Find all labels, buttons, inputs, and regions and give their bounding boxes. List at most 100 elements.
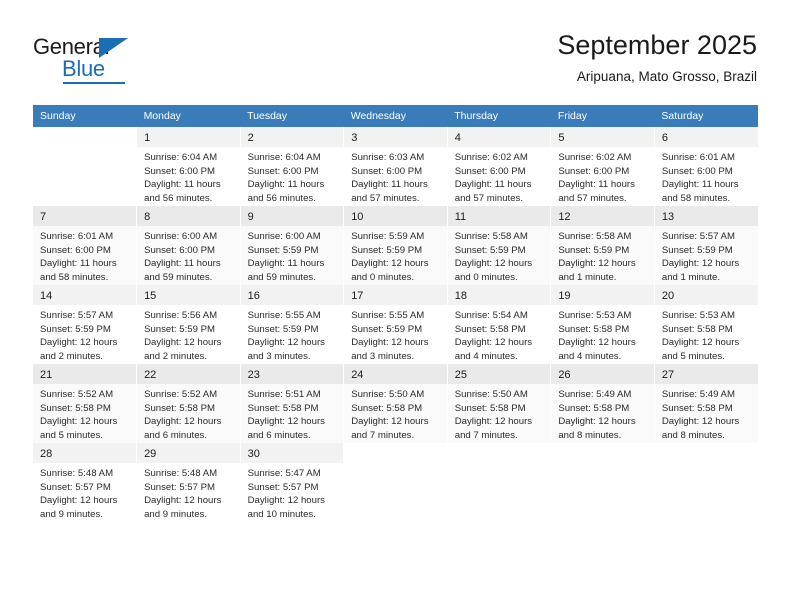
calendar-day-cell[interactable]: 3 Sunrise: 6:03 AM Sunset: 6:00 PM Daylight… [343, 127, 448, 206]
day-detail-line: Daylight: 12 hours [247, 495, 325, 507]
calendar-day-cell[interactable]: 27 Sunrise: 5:49 AM Sunset: 5:58 PM Dayligh… [654, 364, 758, 443]
day-detail-line: Daylight: 12 hours [558, 258, 636, 270]
calendar-day-cell[interactable]: 14 Sunrise: 5:57 AM Sunset: 5:59 PM Dayligh… [33, 285, 138, 364]
calendar-day-cell[interactable]: 2 Sunrise: 6:04 AM Sunset: 6:00 PM Daylight… [240, 127, 345, 206]
day-details: Sunrise: 6:01 AM Sunset: 6:00 PM Daylight:… [33, 226, 136, 284]
calendar-day-cell[interactable]: 6 Sunrise: 6:01 AM Sunset: 6:00 PM Daylight… [654, 127, 758, 206]
day-number: 2 [240, 127, 343, 147]
day-detail-line: Daylight: 12 hours [558, 416, 636, 428]
day-detail-line: Sunset: 5:59 PM [247, 323, 319, 335]
day-detail-line: Sunset: 5:59 PM [558, 244, 630, 256]
day-details: Sunrise: 6:01 AM Sunset: 6:00 PM Daylight:… [655, 147, 758, 205]
calendar-day-cell[interactable]: 18 Sunrise: 5:54 AM Sunset: 5:58 PM Dayligh… [447, 285, 552, 364]
calendar-day-cell[interactable]: 15 Sunrise: 5:56 AM Sunset: 5:59 PM Dayligh… [136, 285, 241, 364]
day-detail-line: and 56 minutes. [247, 192, 316, 204]
day-detail-line: Sunrise: 5:51 AM [247, 389, 321, 400]
day-detail-line: Sunset: 6:00 PM [247, 165, 319, 177]
day-detail-line: Daylight: 12 hours [454, 337, 533, 349]
day-detail-line: Daylight: 12 hours [661, 258, 740, 270]
calendar-day-cell[interactable]: 26 Sunrise: 5:49 AM Sunset: 5:58 PM Dayligh… [550, 364, 655, 443]
day-detail-line: Sunset: 5:59 PM [144, 323, 215, 335]
day-detail-line: Daylight: 11 hours [40, 258, 117, 270]
day-detail-line: Sunset: 6:00 PM [558, 165, 630, 177]
calendar-day-cell[interactable]: 4 Sunrise: 6:02 AM Sunset: 6:00 PM Daylight… [447, 127, 552, 206]
day-detail-line: Sunset: 5:58 PM [558, 323, 630, 335]
day-detail-line: Sunset: 5:57 PM [40, 481, 111, 493]
calendar-day-cell[interactable]: 13 Sunrise: 5:57 AM Sunset: 5:59 PM Dayligh… [654, 206, 758, 285]
day-detail-line: Daylight: 12 hours [454, 258, 533, 270]
day-details: Sunrise: 6:04 AM Sunset: 6:00 PM Daylight:… [241, 147, 343, 205]
day-detail-line: and 57 minutes. [558, 192, 627, 204]
day-detail-line: Sunset: 5:58 PM [661, 402, 733, 414]
day-detail-line: Daylight: 12 hours [247, 337, 325, 349]
day-detail-line: Sunrise: 5:52 AM [40, 389, 114, 400]
day-detail-line: Sunrise: 5:55 AM [247, 310, 321, 321]
day-detail-line: Sunrise: 5:59 AM [351, 231, 425, 242]
day-detail-line: Sunset: 6:00 PM [40, 244, 111, 256]
day-number: 5 [551, 127, 654, 147]
weekday-header-wednesday: Wednesday [343, 105, 448, 127]
day-details: Sunrise: 6:00 AM Sunset: 6:00 PM Daylight:… [137, 226, 239, 284]
day-number: 26 [551, 364, 654, 384]
day-detail-line: Daylight: 12 hours [40, 416, 118, 428]
weekday-header-sunday: Sunday [33, 105, 137, 127]
day-detail-line: and 5 minutes. [40, 429, 103, 441]
calendar-day-cell[interactable]: 11 Sunrise: 5:58 AM Sunset: 5:59 PM Dayligh… [447, 206, 552, 285]
logo-underline [63, 82, 125, 84]
calendar-day-cell[interactable]: 16 Sunrise: 5:55 AM Sunset: 5:59 PM Dayligh… [240, 285, 345, 364]
day-detail-line: Sunrise: 5:54 AM [454, 310, 528, 321]
day-number: 11 [447, 206, 550, 226]
calendar-day-cell[interactable]: 25 Sunrise: 5:50 AM Sunset: 5:58 PM Dayligh… [447, 364, 552, 443]
day-number: 14 [33, 285, 136, 305]
calendar-body: 1 Sunrise: 6:04 AM Sunset: 6:00 PM Daylight… [33, 127, 758, 522]
day-details: Sunrise: 6:03 AM Sunset: 6:00 PM Daylight:… [344, 147, 446, 205]
day-detail-line: Sunrise: 6:02 AM [454, 152, 528, 163]
calendar-day-cell[interactable]: 28 Sunrise: 5:48 AM Sunset: 5:57 PM Dayligh… [33, 443, 138, 522]
day-detail-line: Daylight: 12 hours [247, 416, 325, 428]
day-number: 16 [240, 285, 343, 305]
calendar-day-cell[interactable]: 29 Sunrise: 5:48 AM Sunset: 5:57 PM Dayligh… [136, 443, 241, 522]
calendar-day-cell[interactable]: 5 Sunrise: 6:02 AM Sunset: 6:00 PM Daylight… [550, 127, 655, 206]
day-detail-line: and 7 minutes. [454, 429, 518, 441]
day-detail-line: and 1 minute. [558, 271, 617, 283]
day-detail-line: Daylight: 12 hours [144, 416, 222, 428]
day-number: 20 [654, 285, 758, 305]
day-detail-line: and 1 minute. [661, 271, 721, 283]
calendar-day-cell[interactable]: 24 Sunrise: 5:50 AM Sunset: 5:58 PM Dayligh… [343, 364, 448, 443]
calendar-day-cell[interactable]: 8 Sunrise: 6:00 AM Sunset: 6:00 PM Daylight… [136, 206, 241, 285]
calendar-day-cell[interactable]: 22 Sunrise: 5:52 AM Sunset: 5:58 PM Dayligh… [136, 364, 241, 443]
day-number: 29 [137, 443, 240, 463]
logo-text-blue: Blue [62, 56, 105, 81]
calendar-day-cell[interactable]: 10 Sunrise: 5:59 AM Sunset: 5:59 PM Dayligh… [343, 206, 448, 285]
day-detail-line: Sunset: 5:58 PM [661, 323, 733, 335]
day-number [33, 127, 136, 147]
day-detail-line: Sunrise: 6:04 AM [247, 152, 321, 163]
calendar-day-cell[interactable]: 20 Sunrise: 5:53 AM Sunset: 5:58 PM Dayligh… [654, 285, 758, 364]
weekday-header-saturday: Saturday [654, 105, 758, 127]
day-details: Sunrise: 5:58 AM Sunset: 5:59 PM Daylight:… [551, 226, 653, 284]
day-detail-line: Sunset: 5:59 PM [351, 244, 423, 256]
day-detail-line: Sunset: 6:00 PM [144, 165, 215, 177]
day-details: Sunrise: 5:57 AM Sunset: 5:59 PM Daylight:… [655, 226, 758, 284]
day-detail-line: Sunrise: 5:49 AM [661, 389, 735, 400]
calendar-day-cell[interactable]: 9 Sunrise: 6:00 AM Sunset: 5:59 PM Daylight… [240, 206, 345, 285]
day-detail-line: and 59 minutes. [144, 271, 213, 283]
day-details: Sunrise: 6:02 AM Sunset: 6:00 PM Daylight:… [551, 147, 653, 205]
day-details: Sunrise: 5:54 AM Sunset: 5:58 PM Daylight:… [448, 305, 550, 363]
calendar-day-cell[interactable]: 23 Sunrise: 5:51 AM Sunset: 5:58 PM Dayligh… [240, 364, 345, 443]
calendar-day-cell[interactable]: 17 Sunrise: 5:55 AM Sunset: 5:59 PM Dayligh… [343, 285, 448, 364]
day-number: 12 [551, 206, 654, 226]
calendar-day-cell[interactable]: 21 Sunrise: 5:52 AM Sunset: 5:58 PM Dayligh… [33, 364, 138, 443]
page-title: September 2025 [557, 30, 757, 60]
calendar-day-cell[interactable]: 7 Sunrise: 6:01 AM Sunset: 6:00 PM Daylight… [33, 206, 138, 285]
day-detail-line: and 3 minutes. [247, 350, 311, 362]
calendar-day-cell[interactable]: 19 Sunrise: 5:53 AM Sunset: 5:58 PM Dayligh… [550, 285, 655, 364]
day-number: 23 [240, 364, 343, 384]
weekday-header-monday: Monday [136, 105, 241, 127]
day-detail-line: and 4 minutes. [454, 350, 518, 362]
day-number: 17 [344, 285, 447, 305]
day-detail-line: and 57 minutes. [454, 192, 524, 204]
calendar-day-cell[interactable]: 30 Sunrise: 5:47 AM Sunset: 5:57 PM Dayligh… [240, 443, 345, 522]
calendar-day-cell[interactable]: 1 Sunrise: 6:04 AM Sunset: 6:00 PM Daylight… [136, 127, 241, 206]
calendar-day-cell[interactable]: 12 Sunrise: 5:58 AM Sunset: 5:59 PM Dayligh… [550, 206, 655, 285]
